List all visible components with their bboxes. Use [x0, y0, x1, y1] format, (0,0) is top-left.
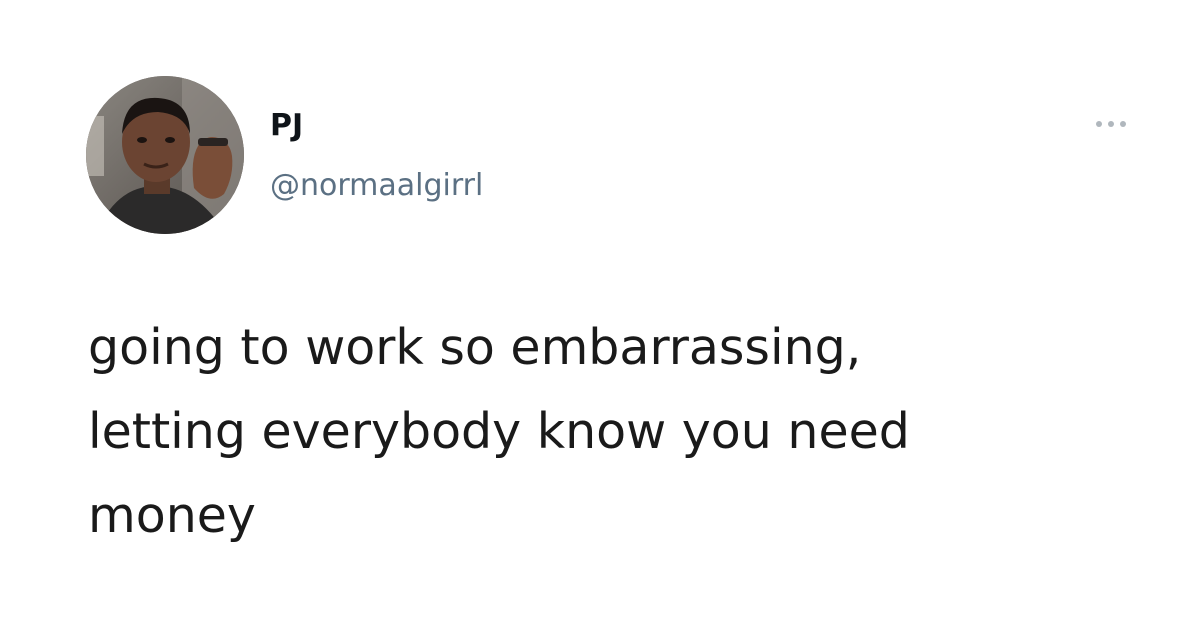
more-options-button[interactable] [1088, 112, 1134, 136]
more-horizontal-icon [1096, 121, 1126, 127]
tweet-text: going to work so embarrassing, letting e… [88, 319, 910, 544]
profile-photo-icon [86, 76, 244, 234]
avatar[interactable] [86, 76, 244, 234]
tweet-card: PJ @normaalgirrl going to work so embarr… [0, 0, 1200, 630]
display-name[interactable]: PJ [270, 108, 303, 143]
user-handle[interactable]: @normaalgirrl [270, 168, 483, 203]
